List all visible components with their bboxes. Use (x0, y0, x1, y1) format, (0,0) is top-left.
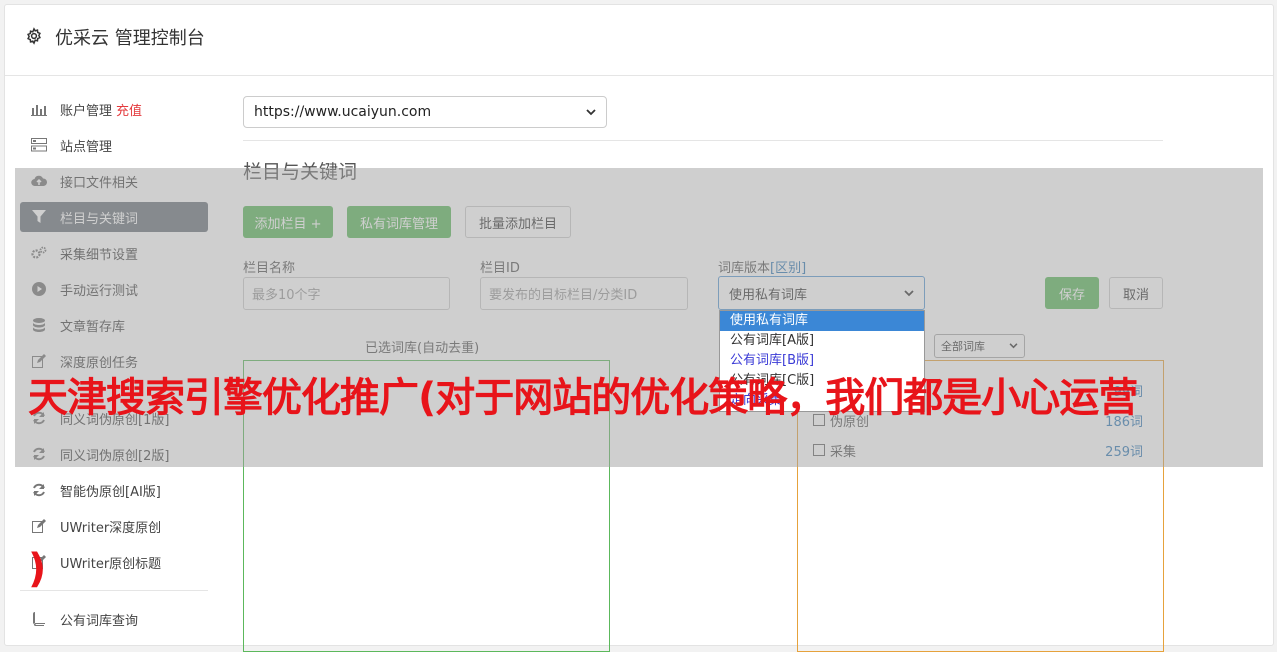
lib-count: 259词 (1105, 444, 1143, 460)
page-header: 优采云 管理控制台 (5, 5, 1273, 76)
sidebar-item-label: 栏目与关键词 (60, 211, 139, 227)
lib-name: 采集 (830, 444, 857, 460)
column-id-input[interactable]: 要发布的目标栏目/分类ID (480, 277, 688, 310)
add-column-button[interactable]: 添加栏目 + (243, 206, 333, 238)
column-name-input[interactable]: 最多10个字 (243, 277, 450, 310)
sidebar-item-label: 文章暂存库 (60, 319, 126, 335)
sidebar-divider (20, 590, 208, 591)
sidebar-item-account[interactable]: 账户管理 充值 (20, 94, 208, 124)
save-button[interactable]: 保存 (1045, 277, 1099, 309)
chevron-down-icon (586, 108, 596, 115)
sidebar-item-label: UWriter深度原创 (60, 520, 162, 536)
private-lib-button[interactable]: 私有词库管理 (347, 206, 451, 238)
server-icon (31, 137, 47, 153)
selected-libs-title: 已选词库(自动去重) (365, 341, 480, 356)
sidebar-item-label: 智能伪原创[AI版] (60, 484, 161, 500)
sidebar-item-uwriter-deep[interactable]: UWriter深度原创 (20, 511, 208, 541)
sidebar-item-manual-run[interactable]: 手动运行测试 (20, 274, 208, 304)
site-select-value: https://www.ucaiyun.com (254, 104, 432, 120)
overlay-headline-tail: ) (28, 546, 47, 592)
recharge-link[interactable]: 充值 (116, 100, 142, 119)
sidebar-item-uwriter-title[interactable]: UWriter原创标题 (20, 547, 208, 577)
cancel-button[interactable]: 取消 (1109, 277, 1163, 309)
sidebar-item-label: 同义词伪原创[2版] (60, 448, 170, 464)
section-title: 栏目与关键词 (243, 161, 358, 183)
sidebar-item-collect-settings[interactable]: 采集细节设置 (20, 238, 208, 268)
sidebar-item-label: 接口文件相关 (60, 175, 139, 191)
batch-add-button[interactable]: 批量添加栏目 (465, 206, 571, 238)
book-icon (31, 611, 47, 627)
site-select[interactable]: https://www.ucaiyun.com (243, 96, 607, 128)
edit-icon (31, 518, 47, 534)
gear-icon (27, 27, 41, 45)
column-name-label: 栏目名称 (243, 261, 296, 276)
difference-link[interactable]: [区别] (770, 261, 806, 276)
version-label-text: 词库版本 (718, 261, 771, 276)
sidebar-item-public-lib[interactable]: 公有词库查询 (20, 604, 208, 634)
lib-row[interactable]: 采集 259词 (813, 440, 1143, 460)
sidebar-item-label: 站点管理 (60, 139, 113, 155)
sidebar-item-interface[interactable]: 接口文件相关 (20, 166, 208, 196)
bar-chart-icon (31, 101, 47, 117)
column-id-label: 栏目ID (480, 261, 520, 276)
lib-filter-value: 全部词库 (941, 340, 985, 353)
cloud-upload-icon (31, 173, 47, 189)
version-select-value: 使用私有词库 (729, 287, 808, 303)
page-title: 优采云 管理控制台 (55, 28, 205, 49)
refresh-icon (31, 446, 47, 462)
chevron-down-icon (1009, 343, 1018, 349)
sidebar-item-columns[interactable]: 栏目与关键词 (20, 202, 208, 232)
version-option[interactable]: 公有词库[A版] (720, 331, 924, 351)
divider (243, 140, 1163, 141)
sidebar-item-sites[interactable]: 站点管理 (20, 130, 208, 160)
sidebar-item-label: UWriter原创标题 (60, 556, 162, 572)
sidebar-item-label: 采集细节设置 (60, 247, 139, 263)
gears-icon (31, 245, 47, 261)
sidebar-item-label: 账户管理 (60, 103, 113, 119)
sidebar-item-label: 手动运行测试 (60, 283, 139, 299)
version-label: 词库版本[区别] (718, 257, 806, 276)
version-option[interactable]: 使用私有词库 (720, 311, 924, 331)
chevron-down-icon (904, 289, 914, 296)
sidebar-item-article-store[interactable]: 文章暂存库 (20, 310, 208, 340)
lib-filter-select[interactable]: 全部词库 (934, 334, 1025, 358)
checkbox[interactable] (813, 444, 825, 456)
sidebar-item-synonym-v2[interactable]: 同义词伪原创[2版] (20, 439, 208, 469)
refresh-icon (31, 482, 47, 498)
database-icon (31, 317, 47, 333)
version-select[interactable]: 使用私有词库 (718, 276, 925, 310)
overlay-headline: 天津搜索引擎优化推广(对于网站的优化策略，我们都是小心运营 (28, 375, 1138, 421)
filter-icon (31, 209, 47, 225)
sidebar-item-ai-rewrite[interactable]: 智能伪原创[AI版] (20, 475, 208, 505)
play-circle-icon (31, 281, 47, 297)
sidebar-item-label: 公有词库查询 (60, 613, 139, 629)
